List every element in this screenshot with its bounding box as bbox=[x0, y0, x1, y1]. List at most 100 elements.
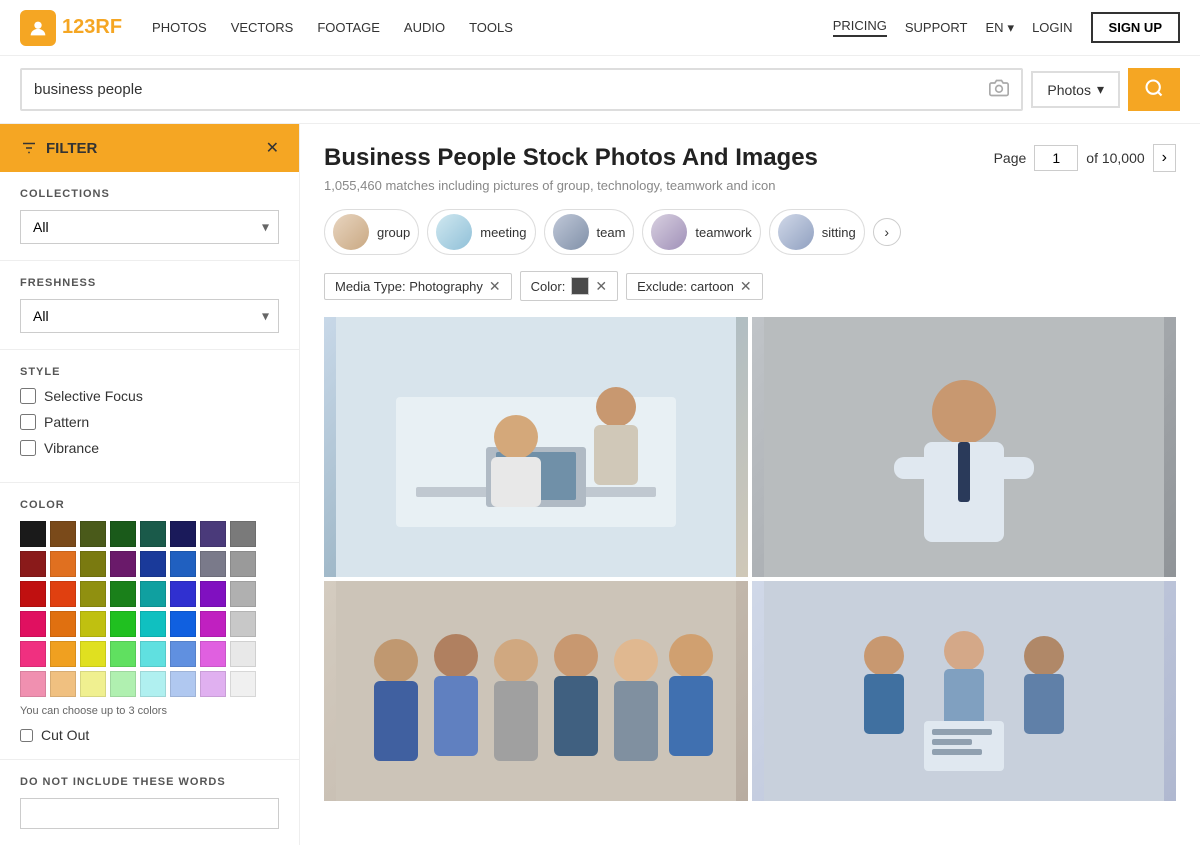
color-swatch-item[interactable] bbox=[140, 611, 166, 637]
color-swatch-item[interactable] bbox=[140, 641, 166, 667]
color-swatch-item[interactable] bbox=[200, 521, 226, 547]
main-content: Business People Stock Photos And Images … bbox=[300, 124, 1200, 845]
vibrance-item: Vibrance bbox=[20, 440, 279, 456]
color-swatch-item[interactable] bbox=[200, 611, 226, 637]
search-input[interactable] bbox=[34, 81, 981, 98]
color-swatch-item[interactable] bbox=[80, 611, 106, 637]
signup-button[interactable]: SIGN UP bbox=[1091, 12, 1180, 43]
page-label: Page bbox=[994, 150, 1027, 166]
filter-header[interactable]: FILTER ✕ bbox=[0, 124, 299, 172]
color-swatch-item[interactable] bbox=[20, 581, 46, 607]
color-swatch-item[interactable] bbox=[140, 551, 166, 577]
nav-footage[interactable]: FOOTAGE bbox=[317, 20, 380, 35]
color-swatch-item[interactable] bbox=[140, 521, 166, 547]
vibrance-checkbox[interactable] bbox=[20, 440, 36, 456]
color-swatch-item[interactable] bbox=[80, 521, 106, 547]
color-swatch-item[interactable] bbox=[50, 641, 76, 667]
color-swatch-item[interactable] bbox=[80, 671, 106, 697]
selective-focus-label: Selective Focus bbox=[44, 388, 143, 404]
image-card-2[interactable] bbox=[752, 317, 1176, 577]
color-swatch-item[interactable] bbox=[140, 671, 166, 697]
nav-audio[interactable]: AUDIO bbox=[404, 20, 445, 35]
color-swatch-item[interactable] bbox=[170, 611, 196, 637]
color-swatch-item[interactable] bbox=[110, 521, 136, 547]
pricing-link[interactable]: PRICING bbox=[833, 18, 887, 37]
lang-selector[interactable]: EN ▾ bbox=[985, 20, 1014, 36]
color-swatch-item[interactable] bbox=[80, 551, 106, 577]
color-swatch-item[interactable] bbox=[110, 641, 136, 667]
color-swatch-item[interactable] bbox=[230, 551, 256, 577]
filter-color-remove[interactable]: ✕ bbox=[595, 279, 607, 293]
color-swatch-item[interactable] bbox=[230, 641, 256, 667]
chip-img-group bbox=[333, 214, 369, 250]
keyword-chip-teamwork[interactable]: teamwork bbox=[642, 209, 760, 255]
nav-vectors[interactable]: VECTORS bbox=[231, 20, 294, 35]
search-button[interactable] bbox=[1128, 68, 1180, 111]
color-swatch-item[interactable] bbox=[200, 581, 226, 607]
color-swatch-item[interactable] bbox=[170, 521, 196, 547]
login-link[interactable]: LOGIN bbox=[1032, 20, 1072, 35]
support-link[interactable]: SUPPORT bbox=[905, 20, 968, 35]
cutout-checkbox[interactable] bbox=[20, 729, 33, 742]
color-swatch-item[interactable] bbox=[110, 551, 136, 577]
color-swatch-item[interactable] bbox=[170, 671, 196, 697]
nav-tools[interactable]: TOOLS bbox=[469, 20, 513, 35]
color-swatch-item[interactable] bbox=[230, 521, 256, 547]
image-3-illustration bbox=[324, 581, 748, 801]
color-swatch-item[interactable] bbox=[140, 581, 166, 607]
keyword-chip-team[interactable]: team bbox=[544, 209, 635, 255]
collections-select[interactable]: All bbox=[20, 210, 279, 244]
color-swatch-item[interactable] bbox=[170, 641, 196, 667]
logo[interactable]: 123RF bbox=[20, 10, 122, 46]
color-swatch-item[interactable] bbox=[80, 641, 106, 667]
do-not-include-input[interactable] bbox=[20, 798, 279, 829]
chips-next-button[interactable]: › bbox=[873, 218, 901, 246]
cutout-label: Cut Out bbox=[41, 727, 89, 743]
color-swatch-item[interactable] bbox=[50, 521, 76, 547]
color-swatch-item[interactable] bbox=[50, 551, 76, 577]
pattern-checkbox[interactable] bbox=[20, 414, 36, 430]
color-swatch-item[interactable] bbox=[230, 611, 256, 637]
nav-photos[interactable]: PHOTOS bbox=[152, 20, 207, 35]
image-card-3[interactable] bbox=[324, 581, 748, 801]
freshness-select[interactable]: All bbox=[20, 299, 279, 333]
image-card-4[interactable] bbox=[752, 581, 1176, 801]
pattern-label: Pattern bbox=[44, 414, 89, 430]
filter-media-type-remove[interactable]: ✕ bbox=[489, 279, 501, 293]
selective-focus-checkbox[interactable] bbox=[20, 388, 36, 404]
color-swatch-item[interactable] bbox=[80, 581, 106, 607]
keyword-chip-group[interactable]: group bbox=[324, 209, 419, 255]
image-card-1[interactable] bbox=[324, 317, 748, 577]
photos-dropdown[interactable]: Photos ▾ bbox=[1031, 71, 1120, 108]
color-swatch-item[interactable] bbox=[20, 551, 46, 577]
color-swatch-item[interactable] bbox=[230, 671, 256, 697]
color-swatch-item[interactable] bbox=[230, 581, 256, 607]
color-swatch-item[interactable] bbox=[50, 581, 76, 607]
chevron-down-icon: ▾ bbox=[1008, 20, 1015, 36]
page-number-input[interactable] bbox=[1034, 145, 1078, 171]
color-swatch-item[interactable] bbox=[20, 611, 46, 637]
chip-label-teamwork: teamwork bbox=[695, 225, 751, 240]
color-swatch-item[interactable] bbox=[110, 671, 136, 697]
keyword-chip-meeting[interactable]: meeting bbox=[427, 209, 535, 255]
color-swatch-item[interactable] bbox=[200, 671, 226, 697]
color-swatch-item[interactable] bbox=[200, 551, 226, 577]
camera-icon[interactable] bbox=[989, 78, 1009, 101]
color-swatch-item[interactable] bbox=[20, 521, 46, 547]
color-swatch-item[interactable] bbox=[170, 551, 196, 577]
page-next-button[interactable]: › bbox=[1153, 144, 1176, 172]
color-swatch-item[interactable] bbox=[170, 581, 196, 607]
color-swatch-item[interactable] bbox=[50, 611, 76, 637]
filter-exclude-remove[interactable]: ✕ bbox=[740, 279, 752, 293]
filter-close-icon[interactable]: ✕ bbox=[266, 138, 279, 158]
color-swatch-item[interactable] bbox=[110, 581, 136, 607]
color-swatch-item[interactable] bbox=[20, 641, 46, 667]
keyword-chip-sitting[interactable]: sitting bbox=[769, 209, 865, 255]
do-not-include-label: DO NOT INCLUDE THESE WORDS bbox=[20, 776, 279, 788]
filter-tag-color: Color: ✕ bbox=[520, 271, 618, 301]
color-swatch-item[interactable] bbox=[110, 611, 136, 637]
color-swatch-item[interactable] bbox=[50, 671, 76, 697]
vibrance-label: Vibrance bbox=[44, 440, 99, 456]
color-swatch-item[interactable] bbox=[200, 641, 226, 667]
color-swatch-item[interactable] bbox=[20, 671, 46, 697]
